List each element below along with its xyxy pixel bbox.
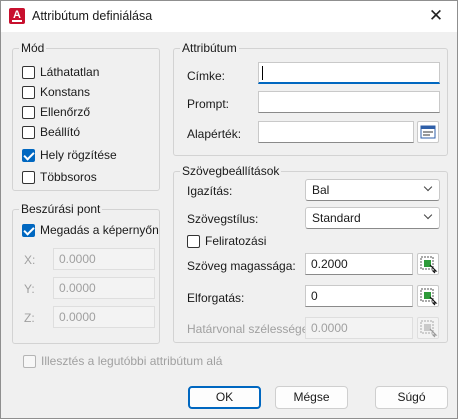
y-label: Y: <box>24 282 35 296</box>
multiple-lines-checkbox-row[interactable]: Többsoros <box>22 169 97 185</box>
lock-position-checkbox[interactable] <box>22 148 35 162</box>
x-coordinate-input[interactable]: 0.0000 <box>53 248 155 270</box>
text-style-select[interactable]: Standard <box>305 207 440 229</box>
insertion-point-group: Beszúrási pont Megadás a képernyőn X: 0.… <box>12 202 160 344</box>
text-height-label: Szöveg magassága: <box>187 259 296 273</box>
mode-legend: Mód <box>19 41 47 55</box>
invisible-checkbox[interactable] <box>22 65 35 79</box>
justification-value: Bal <box>312 183 330 197</box>
annotative-checkbox[interactable] <box>187 234 200 248</box>
z-label: Z: <box>24 311 35 325</box>
insertion-point-legend: Beszúrási pont <box>19 202 103 216</box>
text-settings-group: Szövegbeállítások Igazítás: Bal Szövegst… <box>173 164 448 343</box>
tag-label: Címke: <box>187 69 226 83</box>
insert-field-icon[interactable] <box>417 121 439 143</box>
title-bar: A Attribútum definiálása ✕ <box>1 1 457 32</box>
rotation-label: Elforgatás: <box>187 291 245 305</box>
align-below-label: Illesztés a legutóbbi attribútum alá <box>41 354 223 368</box>
constant-checkbox-row[interactable]: Konstans <box>22 84 90 100</box>
lock-position-label: Hely rögzítése <box>40 148 117 162</box>
text-style-label: Szövegstílus: <box>187 212 259 226</box>
mode-group: Mód Láthatatlan Konstans Ellenőrző Beáll… <box>12 41 160 191</box>
pick-point-icon[interactable] <box>417 285 439 307</box>
cancel-button[interactable]: Mégse <box>275 386 348 409</box>
preset-label: Beállító <box>40 125 81 139</box>
text-caret <box>262 66 263 80</box>
close-icon[interactable]: ✕ <box>421 4 451 28</box>
autocad-app-icon: A <box>9 8 25 24</box>
annotative-label: Feliratozási <box>205 234 267 248</box>
window-title: Attribútum definiálása <box>32 9 153 23</box>
constant-checkbox[interactable] <box>22 85 35 99</box>
preset-checkbox[interactable] <box>22 125 35 139</box>
attribute-definition-dialog: A Attribútum definiálása ✕ Mód Láthatatl… <box>0 0 458 419</box>
verify-checkbox[interactable] <box>22 105 35 119</box>
boundary-width-input[interactable]: 0.0000 <box>305 317 413 339</box>
verify-label: Ellenőrző <box>40 105 91 119</box>
boundary-width-label: Határvonal szélessége: <box>187 322 312 336</box>
pick-point-icon[interactable] <box>417 317 439 339</box>
multiple-lines-label: Többsoros <box>40 170 97 184</box>
invisible-checkbox-row[interactable]: Láthatatlan <box>22 64 99 80</box>
specify-on-screen-checkbox-row[interactable]: Megadás a képernyőn <box>22 222 159 238</box>
default-value-input[interactable] <box>258 121 414 143</box>
constant-label: Konstans <box>40 85 91 99</box>
specify-on-screen-label: Megadás a képernyőn <box>40 223 159 237</box>
align-below-checkbox[interactable] <box>23 354 36 368</box>
attribute-legend: Attribútum <box>180 41 239 55</box>
ok-button[interactable]: OK <box>188 386 261 409</box>
align-below-checkbox-row[interactable]: Illesztés a legutóbbi attribútum alá <box>23 353 222 369</box>
attribute-group: Attribútum Címke: Prompt: Alapérték: <box>173 41 448 156</box>
z-coordinate-input[interactable]: 0.0000 <box>53 306 155 328</box>
text-style-value: Standard <box>312 211 361 225</box>
text-settings-legend: Szövegbeállítások <box>180 164 282 178</box>
multiple-lines-checkbox[interactable] <box>22 170 35 184</box>
pick-point-icon[interactable] <box>417 253 439 275</box>
x-label: X: <box>24 253 36 267</box>
default-label: Alapérték: <box>187 127 242 141</box>
help-button[interactable]: Súgó <box>375 386 448 409</box>
prompt-label: Prompt: <box>187 97 230 111</box>
justification-select[interactable]: Bal <box>305 179 440 201</box>
annotative-checkbox-row[interactable]: Feliratozási <box>187 233 266 249</box>
justification-label: Igazítás: <box>187 184 233 198</box>
prompt-input[interactable] <box>258 91 440 113</box>
y-coordinate-input[interactable]: 0.0000 <box>53 277 155 299</box>
chevron-down-icon <box>423 210 433 220</box>
chevron-down-icon <box>423 182 433 192</box>
lock-position-checkbox-row[interactable]: Hely rögzítése <box>22 147 117 163</box>
invisible-label: Láthatatlan <box>40 65 100 79</box>
tag-input[interactable] <box>258 62 440 84</box>
verify-checkbox-row[interactable]: Ellenőrző <box>22 104 90 120</box>
specify-on-screen-checkbox[interactable] <box>22 223 35 237</box>
rotation-input[interactable]: 0 <box>305 285 413 307</box>
preset-checkbox-row[interactable]: Beállító <box>22 124 80 140</box>
text-height-input[interactable]: 0.2000 <box>305 253 413 275</box>
